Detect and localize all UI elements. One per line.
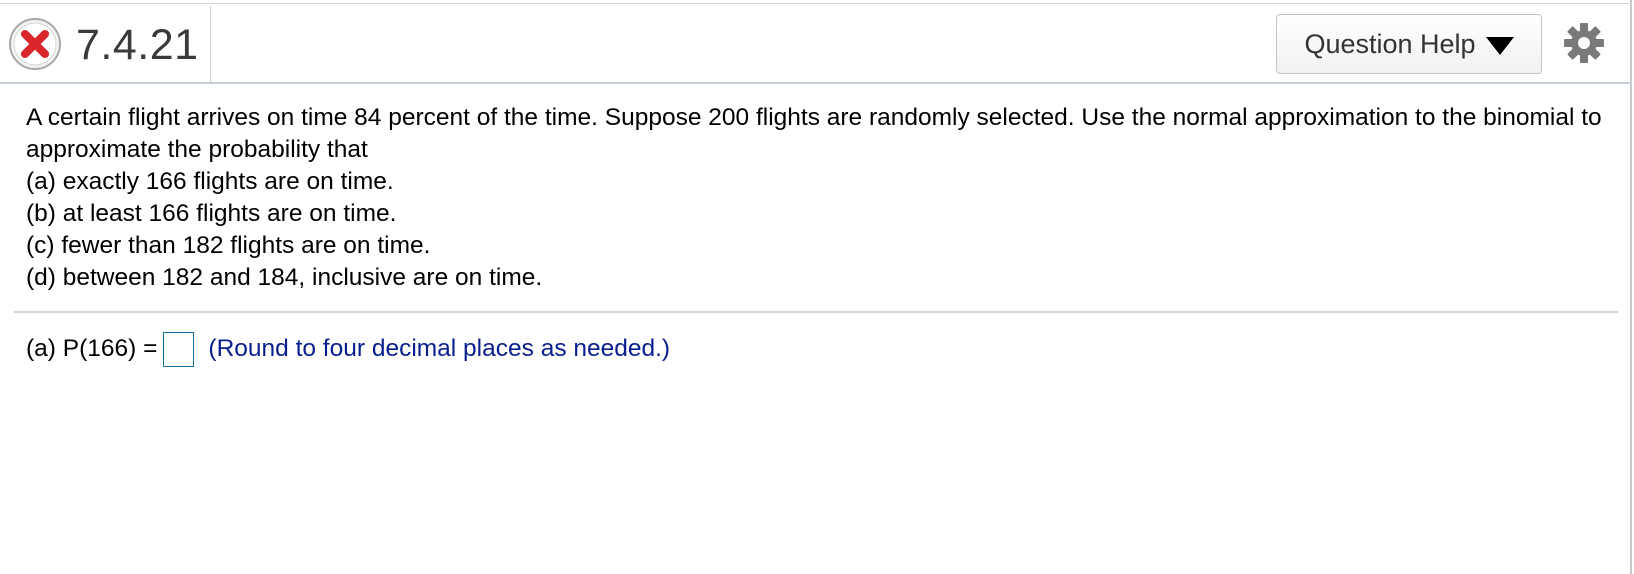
x-circle-icon	[9, 18, 61, 70]
question-text: A certain flight arrives on time 84 perc…	[26, 102, 1606, 294]
question-part-c: (c) fewer than 182 flights are on time.	[26, 232, 431, 259]
answer-row: (a) P(166) = (Round to four decimal plac…	[26, 330, 670, 368]
answer-input[interactable]	[163, 331, 195, 367]
question-intro: A certain flight arrives on time 84 perc…	[26, 104, 1602, 163]
question-panel: 7.4.21 Question Help A certain flight ar…	[0, 0, 1632, 574]
answer-label: (a) P(166) =	[26, 335, 158, 362]
question-number: 7.4.21	[76, 21, 199, 69]
gear-icon[interactable]	[1563, 22, 1605, 64]
question-help-label: Question Help	[1304, 28, 1476, 59]
question-help-button[interactable]: Question Help	[1276, 14, 1542, 74]
question-part-a: (a) exactly 166 flights are on time.	[26, 168, 394, 195]
caret-down-icon	[1485, 37, 1514, 55]
question-part-d: (d) between 182 and 184, inclusive are o…	[26, 264, 543, 291]
header-divider	[210, 6, 211, 82]
rounding-hint: (Round to four decimal places as needed.…	[208, 335, 671, 362]
question-part-b: (b) at least 166 flights are on time.	[26, 200, 397, 227]
question-header: 7.4.21 Question Help	[0, 4, 1632, 84]
question-answer-separator	[14, 311, 1618, 313]
